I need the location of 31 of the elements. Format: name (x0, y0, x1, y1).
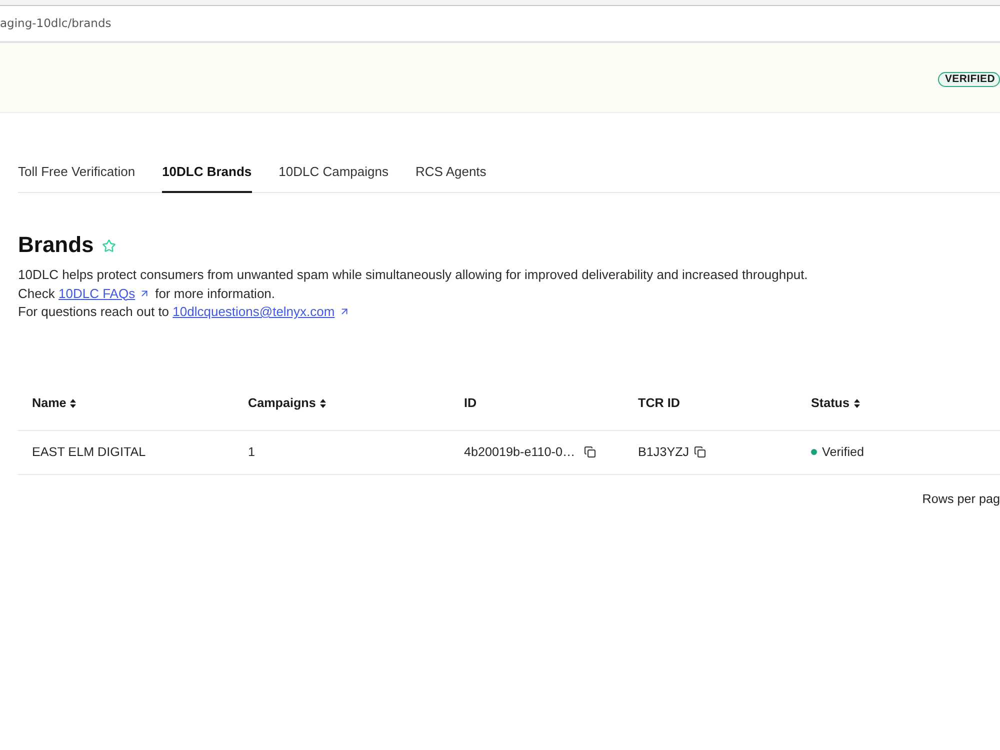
table-cell: EAST ELM DIGITAL (32, 445, 146, 459)
column-header: TCR ID (638, 396, 680, 410)
tab[interactable]: RCS Agents (415, 149, 486, 193)
rows-per-page-label: Rows per pag (922, 492, 1000, 506)
column-header: Status (811, 396, 850, 410)
copy-icon[interactable] (694, 446, 706, 458)
table-cell: 1 (248, 445, 256, 459)
tab[interactable]: 10DLC Campaigns (278, 149, 388, 193)
table-cell: B1J3YZJ (638, 445, 690, 459)
sort-icon[interactable] (854, 398, 860, 408)
copy-icon[interactable] (584, 446, 596, 458)
external-link-icon (139, 288, 150, 298)
description-text: 10DLC helps protect consumers from unwanted spam while simultaneously allowing for improved deliverability and increased throughput. (18, 266, 809, 284)
status-text: Verified (822, 445, 864, 459)
column-header: ID (464, 396, 477, 410)
star-icon[interactable] (102, 239, 116, 253)
table-cell: 4b20019b-e110-0… (464, 445, 576, 459)
sort-icon[interactable] (320, 398, 326, 408)
text-link[interactable]: 10dlcquestions@telnyx.com (172, 304, 335, 319)
description-text: Check 10DLC FAQs for more information. (18, 284, 276, 302)
description-text: For questions reach out to 10dlcquestions@telnyx.com (18, 303, 1000, 322)
tab[interactable]: Toll Free Verification (18, 149, 136, 193)
tab[interactable]: 10DLC Brands (162, 149, 252, 193)
sort-icon[interactable] (70, 398, 76, 408)
column-header: Campaigns (248, 396, 316, 410)
text-link[interactable]: 10DLC FAQs (58, 286, 136, 300)
verified-badge: VERIFIED (938, 72, 1000, 86)
page-title: Brands (18, 231, 94, 259)
external-link-icon (338, 306, 350, 317)
column-header: Name (32, 396, 66, 410)
address-field[interactable]: aging-10dlc/brands (0, 5, 1000, 43)
